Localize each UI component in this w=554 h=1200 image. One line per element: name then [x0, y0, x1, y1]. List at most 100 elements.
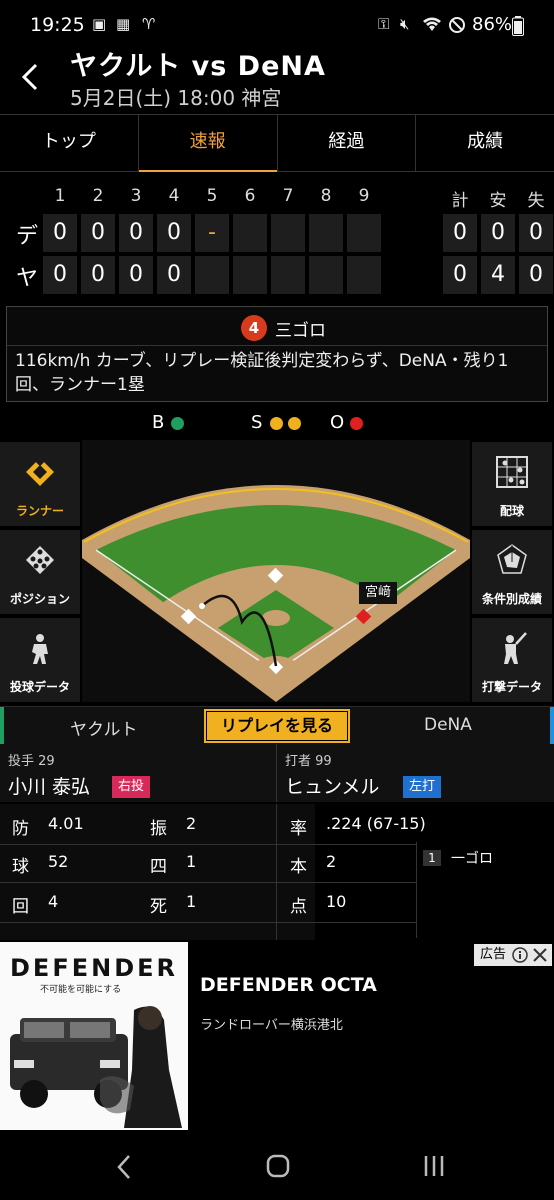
inning-score-cell [309, 214, 343, 252]
runner-label: ランナー [15, 504, 64, 518]
tab-progress[interactable]: 経過 [278, 115, 417, 171]
pitch-chart-button[interactable]: 配球 [472, 442, 552, 526]
total-score-cell: 0 [443, 214, 477, 252]
car-photo [10, 1006, 182, 1128]
total-score-cell: 0 [519, 214, 553, 252]
ball-label: B [152, 412, 165, 433]
baseball-field: 宮﨑 [82, 440, 470, 702]
pitch-chart-label: 配球 [499, 504, 524, 518]
inning-score-cell: 0 [43, 256, 77, 294]
position-button[interactable]: ポジション [0, 530, 80, 614]
back-button[interactable] [18, 62, 48, 102]
strike-dot [270, 417, 283, 430]
pitcher-stat-label: 球 [12, 857, 29, 877]
row-divider [0, 882, 416, 883]
pitch-log: 1 一ゴロ [416, 842, 554, 938]
inning-score-cell: 0 [81, 256, 115, 294]
batter-stat-value: .224 (67-15) [326, 814, 426, 833]
pitcher-name: 小川 泰弘 [8, 776, 91, 798]
batter-stat-label: 本 [290, 857, 307, 877]
inning-header: 8 [320, 186, 332, 206]
wifi-icon [422, 16, 442, 36]
tab-top[interactable]: トップ [0, 115, 139, 171]
pitcher-stat-value: 1 [186, 892, 197, 911]
pitcher-stat-value: 1 [186, 852, 197, 871]
inning-header: 7 [282, 186, 294, 206]
out-dot [350, 417, 363, 430]
inning-header: 2 [92, 186, 104, 206]
status-time: 19:25 [30, 14, 85, 36]
info-icon[interactable] [512, 947, 528, 963]
inning-score-cell [347, 256, 381, 294]
position-label: ポジション [9, 592, 70, 606]
batter-stat-label: 点 [290, 897, 307, 917]
total-score-cell: 0 [519, 256, 553, 294]
inning-header: 4 [168, 186, 180, 206]
batter-card[interactable]: 打者 99 ヒュンメル 左打 [277, 744, 554, 802]
pitcher-card[interactable]: 投手 29 小川 泰弘 右投 [0, 744, 277, 802]
watch-replay-button[interactable]: リプレイを見る [204, 709, 350, 743]
advertisement[interactable]: DEFENDER 不可能を可能にする DEFENDER OCTA ランドローバー… [0, 942, 554, 1130]
ad-title[interactable]: DEFENDER OCTA [200, 974, 377, 996]
close-icon[interactable] [532, 947, 548, 963]
play-summary: 4 三ゴロ 116km/h カーブ、リプレー検証後判定変わらず、DeNA・残り1… [6, 306, 548, 402]
inning-score-cell [271, 214, 305, 252]
replay-bar: ヤクルト リプレイを見る DeNA [0, 706, 554, 746]
game-info: 5月2日(土) 18:00 神宮 [70, 86, 282, 110]
batter-stat-label: 率 [290, 819, 307, 839]
split-stats-label: 条件別成績 [481, 592, 542, 606]
pitcher-stat-value: 52 [48, 852, 69, 871]
away-team-label[interactable]: DeNA [424, 715, 472, 735]
totals-header: 安 [489, 191, 507, 211]
inning-score-cell [347, 214, 381, 252]
inning-score-cell: - [195, 214, 229, 252]
tab-live[interactable]: 速報 [138, 115, 278, 172]
qr-icon: ▦ [116, 15, 131, 33]
play-result: 三ゴロ [275, 321, 326, 341]
nav-home-icon[interactable] [266, 1154, 290, 1178]
diamond-icon [26, 457, 54, 486]
total-score-cell: 0 [443, 256, 477, 294]
battery-percent: 86% [472, 14, 513, 35]
ad-label: 広告 [480, 947, 507, 962]
play-number-badge: 4 [241, 315, 267, 341]
mute-icon: 🔇︎ [400, 15, 410, 33]
inning-header: 3 [130, 186, 142, 206]
inning-score-cell [271, 256, 305, 294]
pitch-log-number: 1 [423, 850, 441, 866]
inning-score-cell: 0 [119, 256, 153, 294]
strike-dot [288, 417, 301, 430]
nav-back-icon[interactable] [116, 1154, 132, 1180]
team-abbr-home: ヤ [15, 266, 38, 291]
pitcher-stat-value: 4 [48, 892, 59, 911]
split-stats-button[interactable]: 条件別成績 [472, 530, 552, 614]
flashlight-icon: ♈ [142, 15, 156, 33]
row-divider [0, 844, 416, 845]
tab-stats[interactable]: 成績 [416, 115, 554, 171]
ad-tag[interactable]: 広告 [474, 944, 552, 966]
pitching-data-button[interactable]: 投球データ [0, 618, 80, 702]
pitcher-stat-value: 2 [186, 814, 197, 833]
home-color-marker [0, 707, 4, 745]
chevron-left-icon [21, 63, 38, 91]
runner-button[interactable]: ランナー [0, 442, 80, 526]
inning-header: 1 [54, 186, 66, 206]
batting-data-button[interactable]: 打撃データ [472, 618, 552, 702]
inning-score-cell: 0 [157, 214, 191, 252]
home-team-label[interactable]: ヤクルト [70, 715, 138, 740]
pitcher-stat-label: 振 [150, 819, 167, 839]
nav-recents-icon[interactable] [422, 1154, 446, 1178]
ad-brand-logo: DEFENDER [10, 954, 178, 982]
grid-icon [496, 456, 528, 488]
play-description: 116km/h カーブ、リプレー検証後判定変わらず、DeNA・残り1回、ランナー… [15, 351, 509, 395]
batter-role: 打者 99 [285, 754, 332, 769]
batter-icon [504, 632, 527, 664]
totals-header: 失 [527, 191, 545, 211]
pitcher-stat-label: 四 [150, 857, 167, 877]
batting-data-label: 打撃データ [481, 680, 542, 694]
inning-score-cell: 0 [81, 214, 115, 252]
positions-icon [26, 546, 54, 574]
ball-dot [171, 417, 184, 430]
ad-advertiser: ランドローバー横浜港北 [200, 1018, 343, 1033]
dnd-icon [448, 16, 466, 38]
